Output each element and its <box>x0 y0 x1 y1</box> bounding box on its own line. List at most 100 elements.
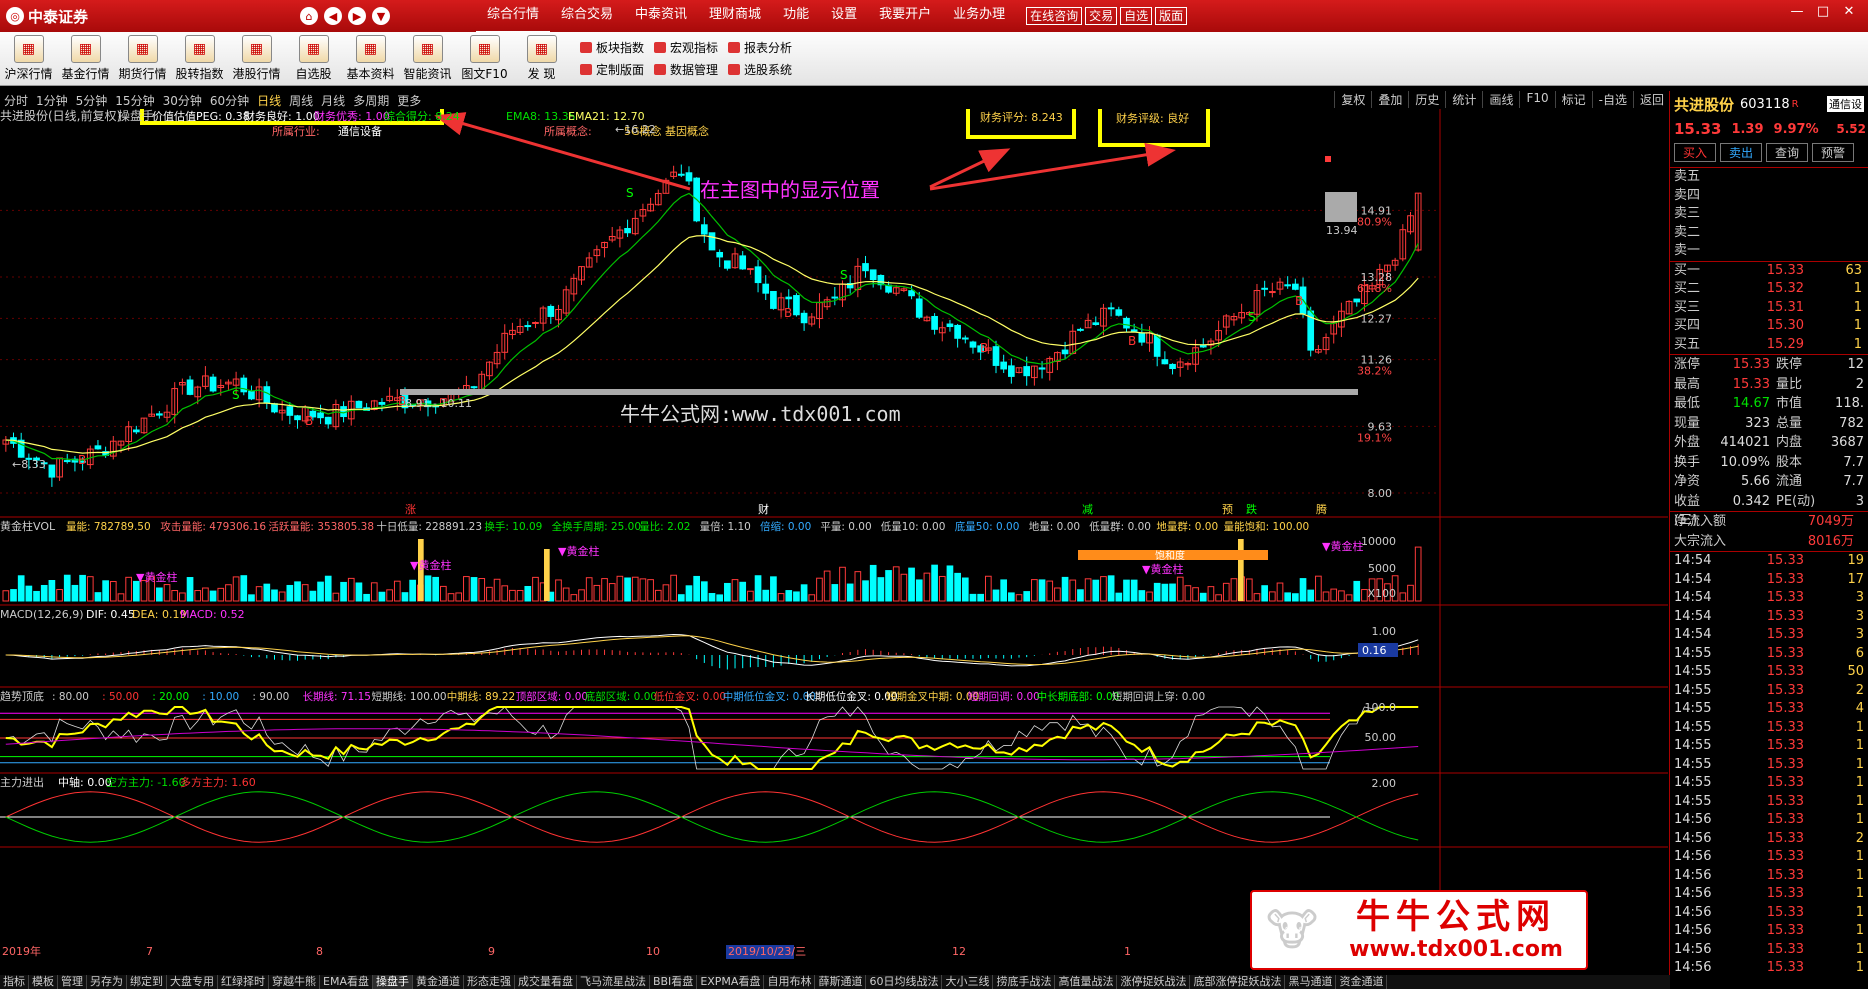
close-icon[interactable]: ✕ <box>1836 4 1862 19</box>
quick-button-0[interactable]: 在线咨询 <box>1026 7 1083 25</box>
indicator-tab-22[interactable]: 涨停捉妖战法 <box>1117 975 1191 989</box>
indicator-tab-2[interactable]: 管理 <box>58 975 87 989</box>
volume-bar <box>186 577 194 602</box>
volume-bar <box>1046 580 1054 602</box>
tool-button-7[interactable]: ▦ 智能资讯 <box>399 33 456 85</box>
period-5[interactable]: 60分钟 <box>206 92 253 109</box>
home-icon[interactable]: ⌂ <box>300 7 318 25</box>
trade-button-1[interactable]: 卖出 <box>1720 142 1763 162</box>
chart-control-4[interactable]: 画线 <box>1482 91 1519 108</box>
tool-button-1[interactable]: ▦ 基金行情 <box>57 33 114 85</box>
tool-link-col1-0[interactable]: 板块指数 <box>578 37 644 59</box>
indicator-tab-24[interactable]: 黑马通道 <box>1285 975 1337 989</box>
period-3[interactable]: 15分钟 <box>111 92 158 109</box>
trade-button-0[interactable]: 买入 <box>1674 142 1717 162</box>
indicator-tab-9[interactable]: 操盘手 <box>372 975 413 989</box>
indicator-tab-1[interactable]: 模板 <box>29 975 58 989</box>
indicator-tab-11[interactable]: 形态走强 <box>464 975 515 989</box>
tool-button-8[interactable]: ▦ 图文F10 <box>456 33 513 85</box>
indicator-tab-6[interactable]: 红绿择时 <box>218 975 269 989</box>
tick-price: 15.33 <box>1766 812 1804 827</box>
tool-link-col2-1[interactable]: 数据管理 <box>652 59 718 81</box>
tool-button-9[interactable]: ▦ 发 现 <box>513 33 570 85</box>
minimize-icon[interactable]: — <box>1784 4 1810 19</box>
chart-area[interactable]: 共进股份(日线,前复权) 操盘手 价值估值PEG: 0.38 财务良好: 1.00 财务… <box>0 109 1668 975</box>
indicator-tab-5[interactable]: 大盘专用 <box>167 975 218 989</box>
indicator-tab-20[interactable]: 捞底手战法 <box>993 975 1056 989</box>
back-icon[interactable]: ◀ <box>324 7 342 25</box>
indicator-tab-10[interactable]: 黄金通道 <box>413 975 464 989</box>
chart-control-0[interactable]: 复权 <box>1334 91 1371 108</box>
chart-control-7[interactable]: -自选 <box>1591 91 1633 108</box>
dropdown-icon[interactable]: ▼ <box>372 7 390 25</box>
chart-control-6[interactable]: 标记 <box>1554 91 1592 108</box>
tool-link-col3-1[interactable]: 选股系统 <box>726 59 792 81</box>
indicator-tab-23[interactable]: 底部涨停捉妖战法 <box>1190 975 1286 989</box>
chart-control-5[interactable]: F10 <box>1519 91 1554 108</box>
indicator-tab-17[interactable]: 薛斯通道 <box>815 975 867 989</box>
period-4[interactable]: 30分钟 <box>159 92 206 109</box>
menu-2[interactable]: 中泰资讯 <box>624 0 698 33</box>
info-item-3: 综合得分: 8.24 <box>384 109 460 123</box>
chart-control-3[interactable]: 统计 <box>1445 91 1482 108</box>
volume-bar <box>255 586 263 602</box>
indicator-tab-21[interactable]: 高值量战法 <box>1055 975 1118 989</box>
tool-link-col3-0[interactable]: 报表分析 <box>726 37 792 59</box>
period-2[interactable]: 5分钟 <box>72 92 112 109</box>
indicator-tab-3[interactable]: 另存为 <box>87 975 127 989</box>
period-10[interactable]: 更多 <box>393 92 425 109</box>
indicator-tab-12[interactable]: 成交量看盘 <box>515 975 577 989</box>
tool-button-5[interactable]: ▦ 自选股 <box>285 33 342 85</box>
tool-button-2[interactable]: ▦ 期货行情 <box>114 33 171 85</box>
indicator-tab-15[interactable]: EXPMA看盘 <box>697 975 765 989</box>
indicator-tab-14[interactable]: BBI看盘 <box>650 975 698 989</box>
volume-bar <box>1307 589 1315 602</box>
period-0[interactable]: 分时 <box>0 92 32 109</box>
tool-button-3[interactable]: ▦ 股转指数 <box>171 33 228 85</box>
indicator-tab-4[interactable]: 绑定到 <box>127 975 167 989</box>
trade-button-3[interactable]: 预警 <box>1812 142 1855 162</box>
indicator-tab-19[interactable]: 大小三线 <box>942 975 994 989</box>
quick-button-3[interactable]: 版面 <box>1155 7 1188 25</box>
indicator-tab-25[interactable]: 资金通道 <box>1336 975 1388 989</box>
indicator-tab-8[interactable]: EMA看盘 <box>320 975 373 989</box>
period-7[interactable]: 周线 <box>285 92 317 109</box>
maximize-icon[interactable]: □ <box>1810 4 1836 19</box>
indicator-tab-18[interactable]: 60日均线战法 <box>866 975 943 989</box>
period-8[interactable]: 月线 <box>317 92 349 109</box>
candle-body <box>831 296 839 299</box>
tick-time: 14:54 <box>1674 553 1712 568</box>
menu-3[interactable]: 理财商城 <box>698 0 772 33</box>
chart-control-1[interactable]: 叠加 <box>1371 91 1408 108</box>
trade-button-2[interactable]: 查询 <box>1766 142 1809 162</box>
candle-body <box>1123 317 1130 329</box>
tool-button-0[interactable]: ▦ 沪深行情 <box>0 33 57 85</box>
menu-1[interactable]: 综合交易 <box>550 0 624 33</box>
period-6[interactable]: 日线 <box>253 92 285 109</box>
candle-body <box>532 321 539 324</box>
menu-4[interactable]: 功能 <box>772 0 820 33</box>
chart-control-2[interactable]: 历史 <box>1408 91 1445 108</box>
menu-6[interactable]: 我要开户 <box>868 0 942 33</box>
indicator-tab-13[interactable]: 飞马流星战法 <box>577 975 650 989</box>
chart-control-8[interactable]: 返回 <box>1632 91 1670 108</box>
period-1[interactable]: 1分钟 <box>32 92 72 109</box>
indicator-tab-7[interactable]: 穿越牛熊 <box>269 975 320 989</box>
menu-0[interactable]: 综合行情 <box>476 0 551 33</box>
volume-bar <box>915 579 923 602</box>
stat-row: 换手 10.09% 股本 7.7 <box>1670 453 1868 473</box>
tool-button-6[interactable]: ▦ 基本资料 <box>342 33 399 85</box>
forward-icon[interactable]: ▶ <box>348 7 366 25</box>
tool-link-col1-1[interactable]: 定制版面 <box>578 59 644 81</box>
tool-button-4[interactable]: ▦ 港股行情 <box>228 33 285 85</box>
period-9[interactable]: 多周期 <box>349 92 393 109</box>
quick-button-2[interactable]: 自选 <box>1120 7 1153 25</box>
kline-chart[interactable]: 共进股份(日线,前复权)操盘手价值估值PEG: 0.38财务良好: 1.00财务… <box>0 109 1668 975</box>
menu-7[interactable]: 业务办理 <box>942 0 1016 33</box>
indicator-tab-0[interactable]: 指标 <box>0 975 29 989</box>
menu-5[interactable]: 设置 <box>820 0 868 33</box>
indicator-tab-16[interactable]: 自用布林 <box>764 975 816 989</box>
tool-link-col2-0[interactable]: 宏观指标 <box>652 37 718 59</box>
sector-tag[interactable]: 通信设 <box>1827 96 1864 112</box>
quick-button-1[interactable]: 交易 <box>1085 7 1118 25</box>
